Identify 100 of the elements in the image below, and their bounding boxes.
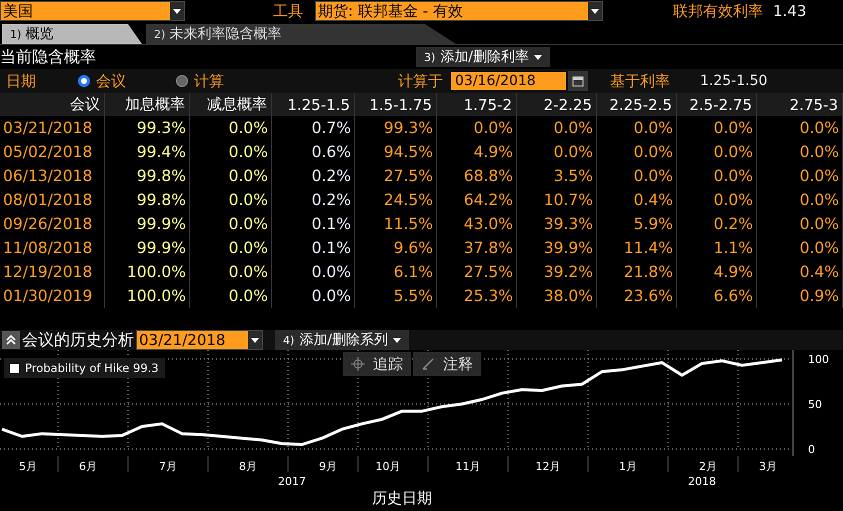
table-cell: 12/19/2018: [0, 260, 105, 284]
caret-icon: [534, 54, 542, 60]
table-cell: 6.1%: [355, 260, 437, 284]
annotate-button[interactable]: 注释: [413, 352, 481, 376]
base-rate-value: 1.25-1.50: [700, 73, 768, 89]
caret-icon: [591, 8, 599, 14]
table-cell: 0.0%: [757, 212, 843, 236]
column-header: 2-2.25: [517, 93, 597, 116]
table-cell: 39.2%: [517, 260, 597, 284]
table-cell: 08/01/2018: [0, 188, 105, 212]
date-label: 日期: [6, 72, 36, 90]
crosshair-button[interactable]: 追踪: [343, 352, 411, 376]
radio-option[interactable]: 会议: [78, 72, 126, 90]
collapse-icon[interactable]: [2, 331, 20, 349]
table-cell: 37.8%: [437, 236, 517, 260]
table-cell: 0.0%: [597, 140, 677, 164]
axis-tick-label: 8月: [239, 460, 257, 473]
caret-icon: [393, 338, 402, 342]
year-label: 2017: [278, 475, 306, 488]
instrument-label: 工具: [273, 2, 303, 20]
column-header: 加息概率: [105, 93, 190, 116]
axis-tick-label: 11月: [456, 460, 480, 473]
table-cell: 99.3%: [355, 116, 437, 140]
axis-tick-label: 1月: [619, 460, 637, 473]
table-cell: 0.0%: [517, 116, 597, 140]
country-dropdown[interactable]: 美国: [0, 1, 185, 21]
column-header: 会议: [0, 93, 105, 116]
table-cell: 0.1%: [272, 212, 355, 236]
caret-icon: [173, 8, 181, 14]
meeting-date-dropdown[interactable]: 03/21/2018: [136, 330, 263, 350]
add-remove-series-button[interactable]: 4) 添加/删除系列: [275, 330, 410, 350]
table-cell: 01/30/2019: [0, 284, 105, 308]
table-cell: 0.0%: [757, 164, 843, 188]
axis-tick-label: 9月: [319, 460, 337, 473]
table-cell: 0.0%: [272, 284, 355, 308]
table-cell: 0.4%: [597, 188, 677, 212]
legend-swatch: [10, 364, 19, 372]
table-cell: 0.0%: [597, 116, 677, 140]
rate-label: 联邦有效利率: [673, 2, 763, 20]
rate-value: 1.43: [773, 2, 806, 20]
table-cell: 100.0%: [105, 284, 190, 308]
table-cell: 0.0%: [517, 140, 597, 164]
table-cell: 0.9%: [757, 284, 843, 308]
table-cell: 0.0%: [757, 236, 843, 260]
table-cell: 64.2%: [437, 188, 517, 212]
table-cell: 0.0%: [190, 236, 272, 260]
year-label: 2018: [688, 475, 716, 488]
table-cell: 0.0%: [677, 116, 757, 140]
axis-tick-label: 50: [808, 398, 822, 411]
table-cell: 5.9%: [597, 212, 677, 236]
calc-date-label: 计算于: [398, 72, 443, 90]
table-cell: 0.2%: [272, 188, 355, 212]
axis-tick-label: 7月: [159, 460, 177, 473]
table-cell: 9.6%: [355, 236, 437, 260]
tab[interactable]: 2) 未来利率隐含概率: [146, 24, 456, 44]
radio-option[interactable]: 计算: [176, 72, 224, 90]
date-field[interactable]: 03/16/2018: [451, 72, 566, 90]
axis-tick-label: 0: [808, 443, 815, 456]
table-cell: 99.8%: [105, 188, 190, 212]
table-cell: 0.0%: [757, 116, 843, 140]
column-header: 2.75-3: [757, 93, 843, 116]
legend-text: Probability of Hike 99.3: [25, 361, 159, 375]
table-cell: 3.5%: [517, 164, 597, 188]
table-cell: 10.7%: [517, 188, 597, 212]
table-cell: 39.3%: [517, 212, 597, 236]
calendar-icon[interactable]: [568, 71, 588, 91]
table-cell: 0.4%: [757, 260, 843, 284]
table-cell: 0.0%: [677, 188, 757, 212]
column-header: 减息概率: [190, 93, 272, 116]
table-cell: 11.5%: [355, 212, 437, 236]
table-cell: 21.8%: [597, 260, 677, 284]
table-cell: 99.8%: [105, 164, 190, 188]
axis-tick-label: 2月: [699, 460, 717, 473]
table-cell: 27.5%: [437, 260, 517, 284]
table-cell: 25.3%: [437, 284, 517, 308]
column-header: 2.25-2.5: [597, 93, 677, 116]
table-cell: 0.2%: [272, 164, 355, 188]
table-cell: 99.9%: [105, 236, 190, 260]
table-cell: 05/02/2018: [0, 140, 105, 164]
table-cell: 09/26/2018: [0, 212, 105, 236]
column-header: 1.25-1.5: [272, 93, 355, 116]
axis-tick-label: 5月: [19, 460, 37, 473]
base-rate-label: 基于利率: [610, 72, 670, 90]
column-header: 1.5-1.75: [355, 93, 437, 116]
table-cell: 06/13/2018: [0, 164, 105, 188]
tab[interactable]: 1) 概览: [2, 24, 142, 44]
instrument-dropdown[interactable]: 期货: 联邦基金 - 有效: [315, 1, 603, 21]
crosshair-icon: [351, 357, 365, 371]
table-cell: 0.0%: [597, 164, 677, 188]
table-cell: 0.0%: [677, 140, 757, 164]
table-cell: 0.2%: [677, 212, 757, 236]
add-remove-rates-button[interactable]: 3) 添加/删除利率: [416, 47, 550, 67]
table-cell: 38.0%: [517, 284, 597, 308]
table-cell: 0.6%: [272, 140, 355, 164]
table-cell: 0.7%: [272, 116, 355, 140]
table-cell: 11/08/2018: [0, 236, 105, 260]
axis-tick-label: 3月: [759, 460, 777, 473]
table-cell: 0.0%: [677, 164, 757, 188]
table-cell: 0.0%: [757, 188, 843, 212]
table-cell: 0.1%: [272, 236, 355, 260]
